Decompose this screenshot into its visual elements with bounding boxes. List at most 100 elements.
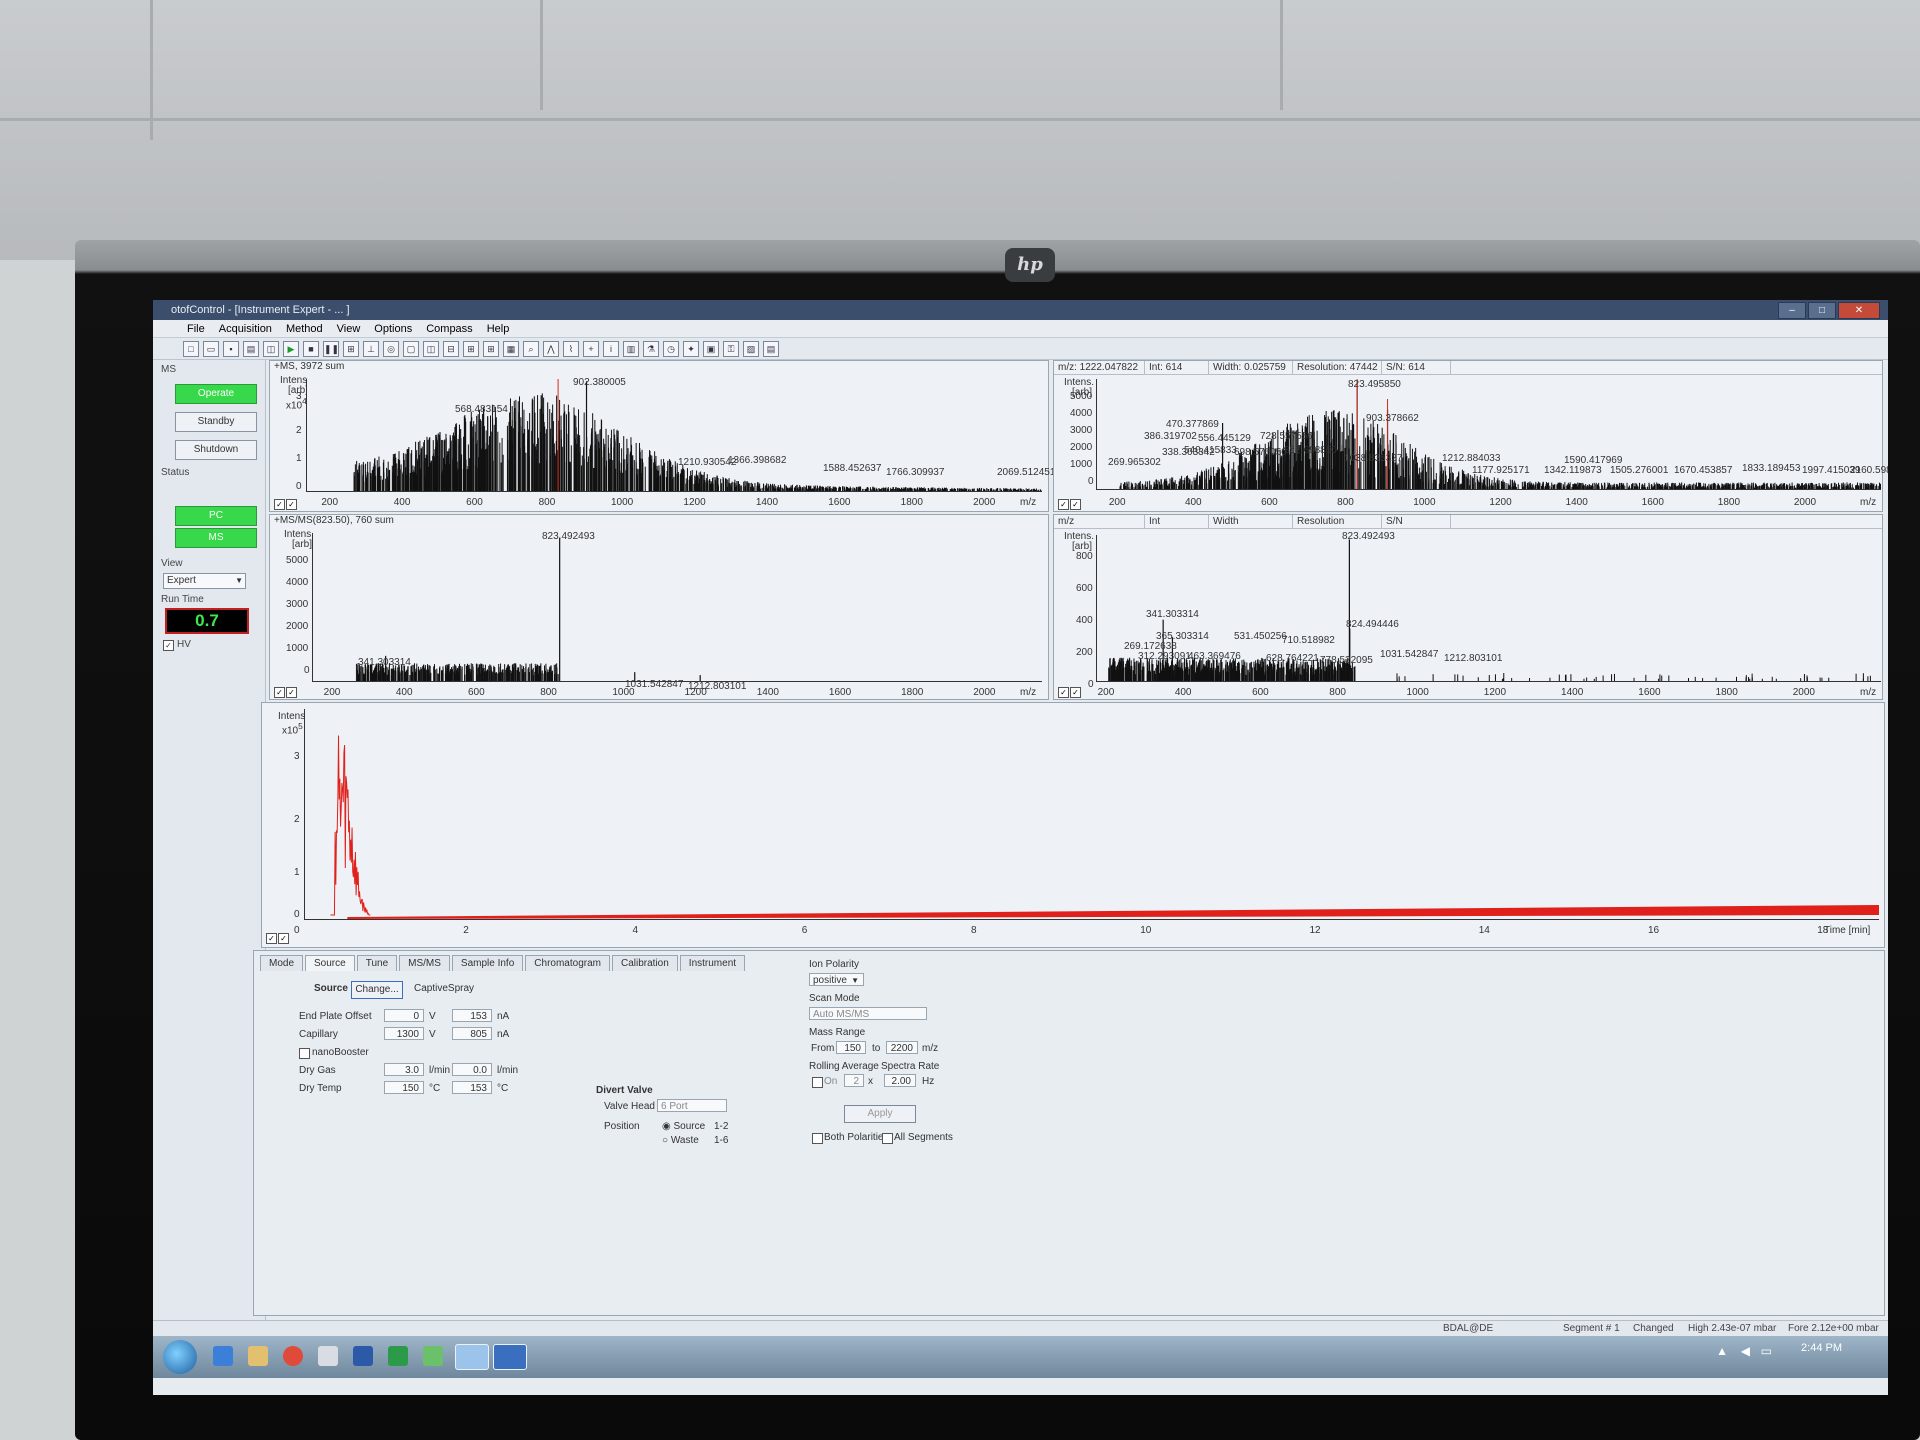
layout-2-icon[interactable]: ◫ (423, 340, 439, 357)
mass-to-input[interactable]: 2200 (886, 1041, 918, 1054)
method-icon[interactable]: ⊞ (343, 340, 359, 357)
capillary-input[interactable]: 1300 (384, 1027, 424, 1040)
menu-file[interactable]: File (187, 320, 205, 337)
flask-icon[interactable]: ⚗ (643, 340, 659, 357)
folder-icon[interactable] (248, 1346, 268, 1366)
panel-checkbox[interactable]: ✓ (278, 933, 289, 944)
chromatogram-plot[interactable] (304, 709, 1880, 920)
print-icon[interactable]: ▤ (243, 340, 259, 357)
volume-icon[interactable]: ◀ (1741, 1344, 1750, 1358)
nanobooster-checkbox[interactable] (299, 1048, 310, 1059)
layout-3-icon[interactable]: ⊟ (443, 340, 459, 357)
network-icon[interactable]: ▭ (1761, 1344, 1772, 1358)
panel-checkbox[interactable]: ✓ (1070, 499, 1081, 510)
key-icon[interactable]: ⚿ (723, 340, 739, 357)
tab-mode[interactable]: Mode (260, 955, 304, 971)
otofcontrol-taskbar-icon[interactable] (455, 1344, 489, 1370)
menu-acquisition[interactable]: Acquisition (219, 320, 272, 337)
change-source-button[interactable]: Change... (351, 981, 403, 999)
peak-icon[interactable]: ⋀ (543, 340, 559, 357)
chrome-icon[interactable] (283, 1346, 303, 1366)
image-icon[interactable]: ▨ (743, 340, 759, 357)
panel-checkbox[interactable]: ✓ (1058, 499, 1069, 510)
msms-spectrum-plot[interactable] (312, 533, 1042, 682)
tab-source[interactable]: Source (305, 955, 355, 971)
ion-polarity-select[interactable]: positive ▼ (809, 973, 864, 986)
menu-method[interactable]: Method (286, 320, 323, 337)
menu-compass[interactable]: Compass (426, 320, 472, 337)
table-icon[interactable]: ▦ (503, 340, 519, 357)
spectra-rate-input[interactable]: 2.00 (884, 1074, 916, 1087)
info-icon[interactable]: i (603, 340, 619, 357)
shutdown-button[interactable]: Shutdown (175, 440, 257, 460)
panel-checkbox[interactable]: ✓ (266, 933, 277, 944)
x-tick-label: 1800 (1717, 497, 1741, 508)
calibrate-icon[interactable]: ⊥ (363, 340, 379, 357)
valve-head-select[interactable]: 6 Port (657, 1099, 727, 1112)
signal-icon[interactable]: ⌇ (563, 340, 579, 357)
dry-gas-input[interactable]: 3.0 (384, 1063, 424, 1076)
zoom-icon[interactable]: ⌕ (523, 340, 539, 357)
document-icon[interactable] (318, 1346, 338, 1366)
open-icon[interactable]: ▭ (203, 340, 219, 357)
close-button[interactable]: ✕ (1838, 302, 1880, 319)
both-polarities-checkbox[interactable] (812, 1133, 823, 1144)
panel-checkbox[interactable]: ✓ (274, 499, 285, 510)
panel-checkbox[interactable]: ✓ (286, 687, 297, 698)
minimize-button[interactable]: – (1778, 302, 1806, 319)
pause-icon[interactable]: ❚❚ (323, 340, 339, 357)
tab-msms[interactable]: MS/MS (399, 955, 450, 971)
menu-view[interactable]: View (337, 320, 361, 337)
tab-instrument[interactable]: Instrument (679, 955, 746, 971)
tab-sample-info[interactable]: Sample Info (451, 955, 524, 971)
tab-tune[interactable]: Tune (356, 955, 398, 971)
start-button[interactable] (163, 1340, 197, 1374)
crosshair-icon[interactable]: + (583, 340, 599, 357)
play-icon[interactable]: ▶ (283, 340, 299, 357)
all-segments-checkbox[interactable] (882, 1133, 893, 1144)
dataanalysis-taskbar-icon[interactable] (493, 1344, 527, 1370)
layout-4-icon[interactable]: ⊞ (463, 340, 479, 357)
lock-icon[interactable]: ▣ (703, 340, 719, 357)
app-icon[interactable] (423, 1346, 443, 1366)
apply-button[interactable]: Apply (844, 1105, 916, 1123)
end-plate-offset-input[interactable]: 0 (384, 1009, 424, 1022)
scan-mode-select[interactable]: Auto MS/MS (809, 1007, 927, 1020)
standby-button[interactable]: Standby (175, 412, 257, 432)
x-axis-unit: m/z (1860, 687, 1877, 698)
stop-icon[interactable]: ■ (303, 340, 319, 357)
menu-help[interactable]: Help (487, 320, 510, 337)
panel-checkbox[interactable]: ✓ (1070, 687, 1081, 698)
hv-checkbox[interactable]: ✓ (163, 640, 174, 651)
maximize-button[interactable]: □ (1808, 302, 1836, 319)
position-waste-radio[interactable]: ○ Waste (662, 1135, 699, 1146)
layout-5-icon[interactable]: ⊞ (483, 340, 499, 357)
clock-icon[interactable]: ◷ (663, 340, 679, 357)
ie-icon[interactable] (213, 1346, 233, 1366)
preview-icon[interactable]: ◫ (263, 340, 279, 357)
target-icon[interactable]: ◎ (383, 340, 399, 357)
tab-calibration[interactable]: Calibration (611, 955, 678, 971)
rolling-average-checkbox[interactable] (812, 1077, 823, 1088)
word-icon[interactable] (353, 1346, 373, 1366)
tab-chromatogram[interactable]: Chromatogram (525, 955, 610, 971)
panel-checkbox[interactable]: ✓ (1058, 687, 1069, 698)
view-select[interactable]: Expert ▼ (163, 573, 246, 589)
operate-button[interactable]: Operate (175, 384, 257, 404)
menu-options[interactable]: Options (374, 320, 412, 337)
report-icon[interactable]: ▤ (763, 340, 779, 357)
panel-title: +MS/MS(823.50), 760 sum (274, 515, 394, 526)
panel-checkbox[interactable]: ✓ (274, 687, 285, 698)
rolling-average-input[interactable]: 2 (844, 1074, 864, 1087)
mass-from-input[interactable]: 150 (836, 1041, 866, 1054)
dry-temp-input[interactable]: 150 (384, 1081, 424, 1094)
tray-arrow-icon[interactable]: ▲ (1716, 1344, 1728, 1358)
excel-icon[interactable] (388, 1346, 408, 1366)
layout-1-icon[interactable]: ▢ (403, 340, 419, 357)
bars-icon[interactable]: ▥ (623, 340, 639, 357)
position-source-radio[interactable]: ◉ Source (662, 1121, 705, 1132)
new-icon[interactable]: □ (183, 340, 199, 357)
panel-checkbox[interactable]: ✓ (286, 499, 297, 510)
save-icon[interactable]: ▪ (223, 340, 239, 357)
tools-icon[interactable]: ✦ (683, 340, 699, 357)
